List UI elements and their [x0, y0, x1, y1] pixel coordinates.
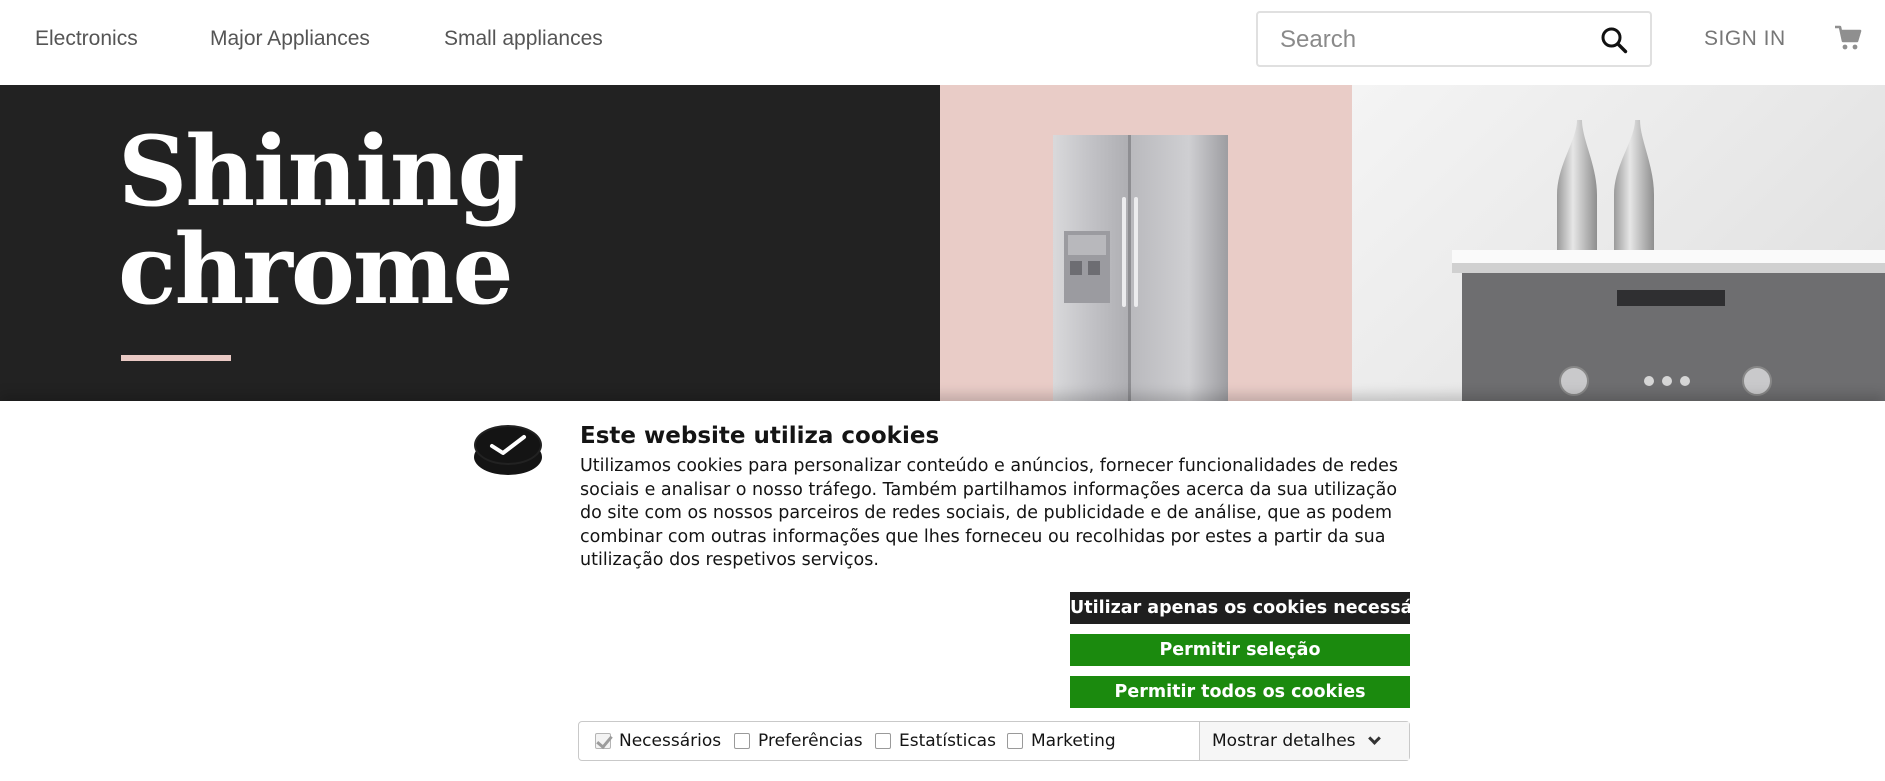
show-details-label: Mostrar detalhes [1212, 731, 1356, 751]
category-label: Estatísticas [899, 731, 996, 751]
site-header: Electronics Major Appliances Small appli… [0, 0, 1885, 85]
search-box [1256, 11, 1652, 67]
sign-in-link[interactable]: SIGN IN [1704, 27, 1786, 51]
necessary-checkbox[interactable] [595, 733, 611, 749]
nav-small-appliances[interactable]: Small appliances [444, 27, 603, 51]
category-label: Marketing [1031, 731, 1116, 751]
hero-title: Shining chrome [118, 115, 525, 326]
show-details-button[interactable]: Mostrar detalhes [1199, 722, 1409, 760]
category-label: Preferências [758, 731, 863, 751]
category-marketing[interactable]: Marketing [1007, 722, 1116, 760]
preferences-checkbox[interactable] [734, 733, 750, 749]
hero-banner: Shining chrome [0, 85, 1885, 401]
cookie-consent-banner: Este website utiliza cookies Utilizamos … [0, 401, 1885, 781]
necessary-cookies-button[interactable]: Utilizar apenas os cookies necessários [1070, 592, 1410, 624]
marketing-checkbox[interactable] [1007, 733, 1023, 749]
cookie-categories-bar: Necessários Preferências Estatísticas Ma… [578, 721, 1410, 761]
oven-image [1352, 85, 1885, 401]
cookiebot-check-icon [474, 425, 542, 475]
cart-icon[interactable] [1834, 24, 1862, 52]
category-statistics[interactable]: Estatísticas [875, 722, 996, 760]
allow-all-cookies-button[interactable]: Permitir todos os cookies [1070, 676, 1410, 708]
category-label: Necessários [619, 731, 722, 751]
nav-major-appliances[interactable]: Major Appliances [210, 27, 370, 51]
hero-accent-rule [121, 355, 231, 361]
nav-electronics[interactable]: Electronics [35, 27, 138, 51]
category-necessary[interactable]: Necessários [595, 722, 721, 760]
allow-selection-button[interactable]: Permitir seleção [1070, 634, 1410, 666]
search-input[interactable] [1280, 23, 1580, 57]
hero-text-panel: Shining chrome [0, 85, 940, 401]
chevron-down-icon [1367, 731, 1381, 745]
cookie-description: Utilizamos cookies para personalizar con… [580, 456, 1398, 570]
category-preferences[interactable]: Preferências [734, 722, 863, 760]
fridge-image [940, 85, 1352, 401]
cookie-title: Este website utiliza cookies [580, 423, 940, 449]
refrigerator-illustration [1053, 135, 1228, 401]
statistics-checkbox[interactable] [875, 733, 891, 749]
oven-vases-illustration [1452, 120, 1885, 401]
search-icon[interactable] [1600, 26, 1628, 54]
